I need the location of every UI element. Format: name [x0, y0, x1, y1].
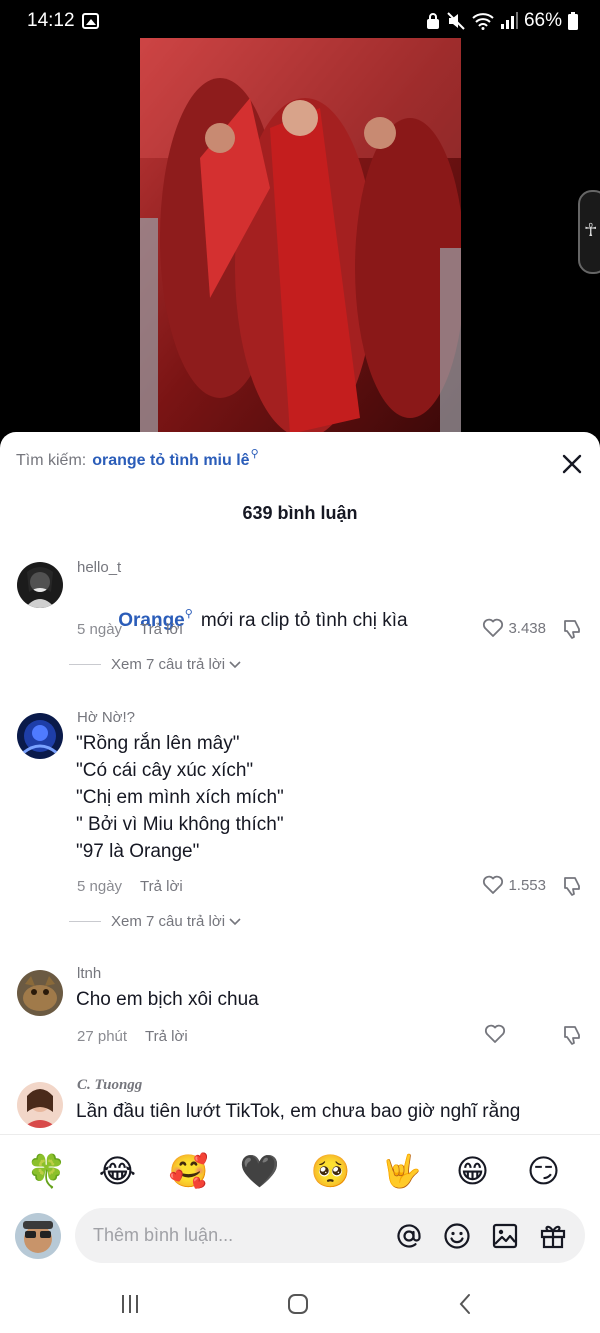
battery-percent: 66%	[523, 10, 562, 31]
mute-icon	[447, 12, 465, 30]
comment-list[interactable]: hello_t Orange⚲ mới ra clip tỏ tình chị k…	[0, 542, 600, 1134]
status-icons: 66%	[426, 10, 578, 32]
recent-apps-icon[interactable]	[118, 1292, 142, 1316]
like-count: 3.438	[508, 619, 546, 637]
close-icon[interactable]	[560, 452, 584, 476]
battery-icon	[568, 12, 578, 30]
comment-text: "Rồng rắn lên mây" "Có cái cây xúc xích"…	[76, 733, 284, 862]
like-button[interactable]	[484, 1024, 510, 1044]
comment-meta: 5 ngày Trả lời	[77, 621, 183, 638]
search-label: Tìm kiếm:	[16, 452, 87, 469]
emoji-grin[interactable]: 😁	[437, 1135, 508, 1206]
comments-sheet: Tìm kiếm: orange tỏ tình miu lê ⚲ 639 bì…	[0, 432, 600, 1333]
emoji-smirk[interactable]: 😏	[508, 1135, 579, 1206]
view-replies-button[interactable]: Xem 7 câu trả lời	[69, 656, 241, 673]
dislike-icon[interactable]	[561, 618, 583, 640]
heart-icon	[483, 875, 504, 894]
avatar[interactable]	[17, 562, 63, 608]
comment-username[interactable]: C. Tuongg	[77, 1077, 142, 1094]
reply-button[interactable]: Trả lời	[145, 1028, 188, 1045]
comment-text-body: mới ra clip tỏ tình chị kìa	[200, 610, 408, 631]
gift-icon[interactable]	[539, 1222, 567, 1250]
avatar[interactable]	[17, 713, 63, 759]
comment-item: ltnh Cho em bịch xôi chua 27 phút Trả lời	[0, 942, 600, 1052]
dislike-icon[interactable]	[561, 1024, 583, 1046]
emoji-clover[interactable]: 🍀	[11, 1135, 82, 1206]
comment-item: C. Tuongg Lần đầu tiên lướt TikTok, em c…	[0, 1052, 600, 1134]
replies-divider	[69, 921, 101, 922]
like-button[interactable]: 3.438	[482, 618, 546, 638]
vpn-icon	[426, 13, 439, 29]
chevron-down-icon	[229, 660, 241, 668]
avatar[interactable]	[17, 970, 63, 1016]
accessibility-handle[interactable]: ☥	[578, 190, 600, 274]
replies-divider	[69, 664, 101, 665]
video-player[interactable]	[140, 38, 461, 434]
emoji-icon[interactable]	[443, 1222, 471, 1250]
search-icon: ⚲	[184, 608, 193, 620]
comment-time: 5 ngày	[77, 621, 123, 638]
like-button[interactable]: 1.553	[482, 875, 546, 895]
heart-icon	[484, 1024, 506, 1043]
search-icon: ⚲	[250, 448, 259, 460]
emoji-quick-bar: 🍀 😂 🥰 🖤 🥺 🤟 😁 😏	[0, 1134, 600, 1206]
signal-icon	[500, 12, 518, 29]
comment-input-bar	[0, 1206, 600, 1274]
comment-item: hello_t Orange⚲ mới ra clip tỏ tình chị k…	[0, 542, 600, 692]
home-icon[interactable]	[286, 1292, 310, 1316]
accessibility-icon: ☥	[584, 220, 598, 240]
view-replies-label: Xem 7 câu trả lời	[111, 913, 226, 930]
emoji-black-heart[interactable]: 🖤	[224, 1135, 295, 1206]
avatar[interactable]	[17, 1082, 63, 1128]
comment-time: 27 phút	[77, 1028, 128, 1045]
chevron-down-icon	[229, 917, 241, 925]
like-count: 1.553	[508, 876, 546, 894]
dislike-icon[interactable]	[561, 875, 583, 897]
heart-icon	[483, 618, 504, 637]
gallery-icon	[82, 13, 99, 29]
system-nav-bar	[0, 1274, 600, 1333]
view-replies-button[interactable]: Xem 7 câu trả lời	[69, 913, 241, 930]
mention-icon[interactable]	[395, 1222, 423, 1250]
comment-meta: 27 phút Trả lời	[77, 1028, 188, 1045]
comment-input-field[interactable]	[75, 1208, 585, 1263]
search-query-link[interactable]: orange tỏ tình miu lê	[92, 452, 249, 470]
image-icon[interactable]	[491, 1222, 519, 1250]
view-replies-label: Xem 7 câu trả lời	[111, 656, 226, 673]
comment-text: Cho em bịch xôi chua	[76, 989, 259, 1010]
comment-count: 639 bình luận	[242, 503, 358, 523]
emoji-love-you-gesture[interactable]: 🤟	[366, 1135, 437, 1206]
video-frame-image	[140, 38, 461, 434]
back-icon[interactable]	[454, 1292, 478, 1316]
comment-username[interactable]: hello_t	[77, 559, 121, 576]
comment-meta: 5 ngày Trả lời	[77, 878, 183, 895]
status-time: 14:12	[27, 10, 75, 31]
reply-button[interactable]: Trả lời	[140, 878, 183, 895]
comment-username[interactable]: Hờ Nờ!?	[77, 709, 135, 726]
comment-username[interactable]: ltnh	[77, 965, 101, 982]
emoji-pleading[interactable]: 🥺	[295, 1135, 366, 1206]
comment-item: Hờ Nờ!? "Rồng rắn lên mây" "Có cái cây x…	[0, 692, 600, 942]
comment-text: Lần đầu tiên lướt TikTok, em chưa bao gi…	[76, 1101, 521, 1122]
related-search[interactable]: Tìm kiếm: orange tỏ tình miu lê ⚲	[16, 448, 259, 470]
my-avatar[interactable]	[15, 1213, 61, 1259]
comment-input[interactable]	[93, 1222, 383, 1248]
wifi-icon	[472, 13, 494, 30]
emoji-laughing[interactable]: 😂	[82, 1135, 153, 1206]
emoji-hearts-face[interactable]: 🥰	[153, 1135, 224, 1206]
comment-time: 5 ngày	[77, 878, 123, 895]
reply-button[interactable]: Trả lời	[140, 621, 183, 638]
